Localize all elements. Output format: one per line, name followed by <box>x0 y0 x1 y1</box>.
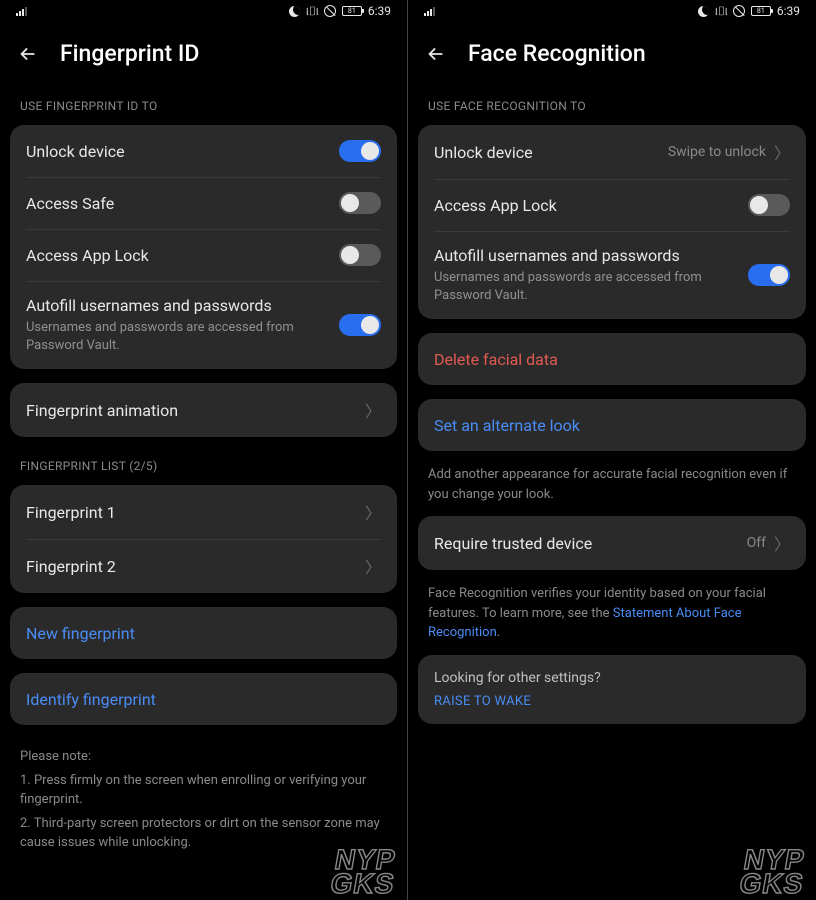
label: Access App Lock <box>26 246 339 265</box>
animation-card: Fingerprint animation 〉 <box>10 383 397 437</box>
row-fingerprint-1[interactable]: Fingerprint 1 〉 <box>10 485 397 539</box>
toggle-applock[interactable] <box>748 194 790 216</box>
watermark: NYPGKS <box>329 848 401 896</box>
label: Autofill usernames and passwords <box>434 246 748 265</box>
chevron-right-icon: 〉 <box>774 140 790 164</box>
row-autofill[interactable]: Autofill usernames and passwords Usernam… <box>10 281 397 369</box>
label: Identify fingerprint <box>26 690 381 709</box>
row-fingerprint-animation[interactable]: Fingerprint animation 〉 <box>10 383 397 437</box>
back-button[interactable] <box>424 42 448 66</box>
dnd-icon <box>733 5 745 17</box>
label: Require trusted device <box>434 534 747 553</box>
toggle-applock[interactable] <box>339 244 381 266</box>
dnd-icon <box>324 5 336 17</box>
moon-icon <box>698 6 709 17</box>
identify-fingerprint-card: Identify fingerprint <box>10 673 397 725</box>
battery-icon: 81 <box>751 6 771 16</box>
row-identify-fingerprint[interactable]: Identify fingerprint <box>10 673 397 725</box>
tips-row[interactable]: Looking for other settings? RAISE TO WAK… <box>418 655 806 724</box>
note-2: 2. Third-party screen protectors or dirt… <box>20 814 387 853</box>
battery-icon: 81 <box>342 6 362 16</box>
label: Unlock device <box>434 143 668 162</box>
row-delete-facial-data[interactable]: Delete facial data <box>418 333 806 385</box>
fingerprint-list-card: Fingerprint 1 〉 Fingerprint 2 〉 <box>10 485 397 593</box>
vibrate-icon: ୲▯୲ <box>715 4 727 19</box>
clock: 6:39 <box>368 4 391 18</box>
value: Off <box>747 535 766 551</box>
tips-card: Looking for other settings? RAISE TO WAK… <box>418 655 806 724</box>
use-card: Unlock device Access Safe Access App Loc… <box>10 125 397 369</box>
row-set-alternate-look[interactable]: Set an alternate look <box>418 399 806 451</box>
fingerprint-list-label: FINGERPRINT LIST (2/5) <box>10 451 397 485</box>
face-recognition-screen: ୲▯୲ 81 6:39 Face Recognition USE FACE RE… <box>408 0 816 900</box>
alternate-look-card: Set an alternate look <box>418 399 806 451</box>
section-use-label: USE FACE RECOGNITION TO <box>418 91 806 125</box>
note-block: Please note: 1. Press firmly on the scre… <box>10 739 397 853</box>
row-require-trusted-device[interactable]: Require trusted device Off 〉 <box>418 516 806 570</box>
note-1: 1. Press firmly on the screen when enrol… <box>20 771 387 810</box>
row-access-applock[interactable]: Access App Lock <box>10 229 397 281</box>
status-bar: ୲▯୲ 81 6:39 <box>0 0 407 22</box>
label: Autofill usernames and passwords <box>26 296 339 315</box>
trusted-device-card: Require trusted device Off 〉 <box>418 516 806 570</box>
toggle-unlock[interactable] <box>339 140 381 162</box>
note-heading: Please note: <box>20 747 387 767</box>
tips-heading: Looking for other settings? <box>434 670 790 686</box>
header: Face Recognition <box>408 22 816 91</box>
value: Swipe to unlock <box>668 144 766 160</box>
toggle-autofill[interactable] <box>748 264 790 286</box>
row-access-applock[interactable]: Access App Lock <box>418 179 806 231</box>
moon-icon <box>289 6 300 17</box>
chevron-right-icon: 〉 <box>774 531 790 555</box>
toggle-autofill[interactable] <box>339 314 381 336</box>
alternate-look-helper: Add another appearance for accurate faci… <box>418 465 806 516</box>
row-new-fingerprint[interactable]: New fingerprint <box>10 607 397 659</box>
clock: 6:39 <box>777 4 800 18</box>
label: Fingerprint 1 <box>26 503 361 522</box>
page-title: Fingerprint ID <box>60 40 199 67</box>
label: Access App Lock <box>434 196 748 215</box>
signal-icon <box>424 7 435 16</box>
raise-to-wake-link[interactable]: RAISE TO WAKE <box>434 694 790 709</box>
header: Fingerprint ID <box>0 22 407 91</box>
label: Fingerprint animation <box>26 401 361 420</box>
disclaimer: Face Recognition verifies your identity … <box>418 584 806 655</box>
watermark: NYPGKS <box>738 848 810 896</box>
row-fingerprint-2[interactable]: Fingerprint 2 〉 <box>10 539 397 593</box>
row-unlock-device[interactable]: Unlock device <box>10 125 397 177</box>
label: Set an alternate look <box>434 416 790 435</box>
row-unlock-device[interactable]: Unlock device Swipe to unlock 〉 <box>418 125 806 179</box>
page-title: Face Recognition <box>468 40 646 67</box>
label: Access Safe <box>26 194 339 213</box>
back-button[interactable] <box>16 42 40 66</box>
chevron-right-icon: 〉 <box>365 554 381 578</box>
status-bar: ୲▯୲ 81 6:39 <box>408 0 816 22</box>
chevron-right-icon: 〉 <box>365 500 381 524</box>
fingerprint-screen: ୲▯୲ 81 6:39 Fingerprint ID USE FINGERPRI… <box>0 0 408 900</box>
row-access-safe[interactable]: Access Safe <box>10 177 397 229</box>
label: New fingerprint <box>26 624 381 643</box>
toggle-safe[interactable] <box>339 192 381 214</box>
row-autofill[interactable]: Autofill usernames and passwords Usernam… <box>418 231 806 319</box>
label: Unlock device <box>26 142 339 161</box>
label: Delete facial data <box>434 350 790 369</box>
sublabel: Usernames and passwords are accessed fro… <box>26 319 339 354</box>
label: Fingerprint 2 <box>26 557 361 576</box>
sublabel: Usernames and passwords are accessed fro… <box>434 269 748 304</box>
new-fingerprint-card: New fingerprint <box>10 607 397 659</box>
signal-icon <box>16 7 27 16</box>
chevron-right-icon: 〉 <box>365 398 381 422</box>
vibrate-icon: ୲▯୲ <box>306 4 318 19</box>
delete-facial-card: Delete facial data <box>418 333 806 385</box>
use-card: Unlock device Swipe to unlock 〉 Access A… <box>418 125 806 319</box>
section-use-label: USE FINGERPRINT ID TO <box>10 91 397 125</box>
